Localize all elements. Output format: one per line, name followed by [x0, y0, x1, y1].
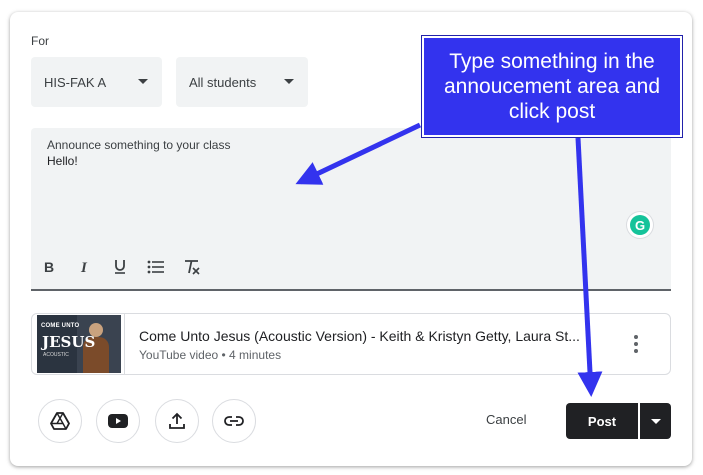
upload-icon	[169, 412, 185, 429]
more-vert-icon[interactable]	[625, 332, 647, 356]
video-thumbnail: COME UNTO JESUS ACOUSTIC	[37, 315, 121, 373]
caret-down-icon	[284, 79, 294, 84]
grammarly-icon[interactable]: G	[627, 212, 653, 238]
google-drive-icon	[50, 412, 70, 430]
svg-text:I: I	[80, 260, 88, 274]
thumbnail-caption-top: COME UNTO	[41, 323, 80, 329]
caret-down-icon	[650, 418, 661, 424]
clear-formatting-icon[interactable]	[181, 256, 203, 278]
link-button[interactable]	[212, 399, 256, 443]
announcement-textarea[interactable]: Announce something to your class Hello! …	[31, 128, 671, 289]
post-button[interactable]: Post	[566, 403, 638, 439]
youtube-icon	[108, 414, 128, 428]
for-label: For	[31, 34, 49, 48]
textarea-underline	[31, 289, 671, 291]
cancel-button[interactable]: Cancel	[486, 412, 526, 427]
announcement-text[interactable]: Hello!	[47, 154, 78, 168]
link-icon	[224, 416, 244, 426]
grammarly-letter: G	[630, 215, 650, 235]
audience-select-value: All students	[189, 74, 257, 90]
post-options-button[interactable]	[640, 403, 671, 439]
svg-text:B: B	[44, 260, 54, 274]
class-select[interactable]: HIS-FAK A	[31, 57, 162, 107]
youtube-button[interactable]	[96, 399, 140, 443]
thumbnail-caption-bottom: ACOUSTIC	[43, 352, 69, 358]
class-select-value: HIS-FAK A	[44, 74, 107, 90]
audience-select[interactable]: All students	[176, 57, 308, 107]
attachment-card[interactable]: COME UNTO JESUS ACOUSTIC Come Unto Jesus…	[31, 313, 671, 375]
underline-icon[interactable]	[109, 256, 131, 278]
instruction-callout-text: Type something in the annoucement area a…	[444, 50, 660, 123]
bulleted-list-icon[interactable]	[145, 256, 167, 278]
caret-down-icon	[138, 79, 148, 84]
upload-button[interactable]	[155, 399, 199, 443]
attachment-title[interactable]: Come Unto Jesus (Acoustic Version) - Kei…	[139, 328, 601, 344]
bold-icon[interactable]: B	[38, 256, 60, 278]
thumbnail-divider	[124, 314, 125, 374]
instruction-callout: Type something in the annoucement area a…	[421, 35, 683, 138]
google-drive-button[interactable]	[38, 399, 82, 443]
italic-icon[interactable]: I	[74, 256, 96, 278]
thumbnail-caption-title: JESUS	[42, 333, 96, 351]
announcement-label: Announce something to your class	[47, 138, 231, 152]
attachment-subtitle: YouTube video • 4 minutes	[139, 348, 282, 362]
